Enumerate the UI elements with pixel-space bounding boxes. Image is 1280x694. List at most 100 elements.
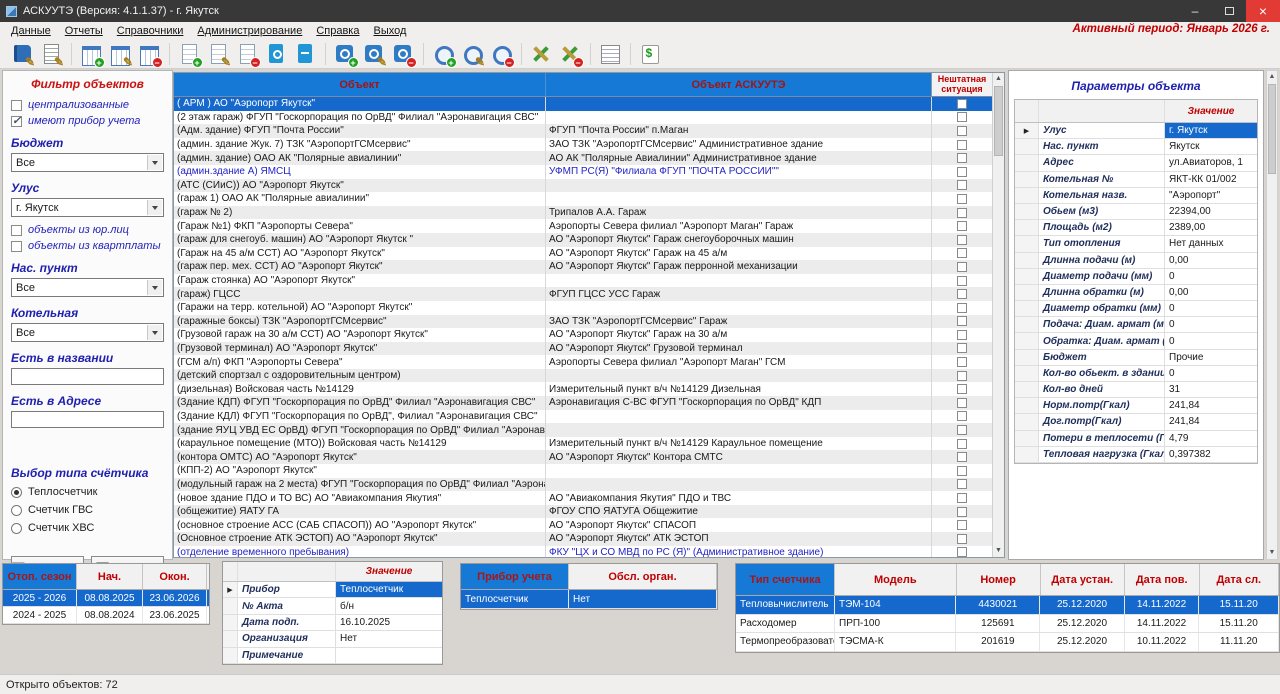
emergency-checkbox[interactable] bbox=[957, 493, 967, 503]
table-row[interactable]: (основное строение АСС (САБ СПАСОП)) АО … bbox=[174, 518, 1004, 532]
scroll-up-icon[interactable]: ▲ bbox=[1267, 71, 1277, 83]
chevron-down-icon[interactable] bbox=[147, 200, 162, 215]
emergency-checkbox[interactable] bbox=[957, 221, 967, 231]
param-row[interactable]: Подача: Диам. армат (мм)0 bbox=[1015, 317, 1257, 333]
scrollbar-thumb[interactable] bbox=[994, 86, 1003, 156]
column-header[interactable]: Дата сл. bbox=[1200, 564, 1279, 595]
column-header[interactable]: Прибор учета bbox=[461, 564, 569, 589]
object-add-button[interactable]: + bbox=[175, 40, 202, 67]
scroll-down-icon[interactable]: ▼ bbox=[993, 545, 1004, 557]
table-row[interactable]: (Основное строение АТК ЭСТОП) АО "Аэропо… bbox=[174, 532, 1004, 546]
table-row[interactable]: (ГСМ а/п) ФКП "Аэропорты Севера"Аэропорт… bbox=[174, 355, 1004, 369]
param-row[interactable]: Котельная №ЯКТ-КК 01/002 bbox=[1015, 172, 1257, 188]
season-edit-button[interactable]: ✎ bbox=[106, 40, 133, 67]
column-header[interactable]: Окон. bbox=[143, 564, 207, 589]
emergency-checkbox[interactable] bbox=[957, 262, 967, 272]
param-row[interactable]: ОрганизацияНет bbox=[223, 631, 442, 647]
object-edit-button[interactable]: ✎ bbox=[204, 40, 231, 67]
budget-select[interactable]: Все bbox=[11, 153, 164, 172]
table-row[interactable]: (гаражные боксы) ТЗК "АэропортГСМсервис"… bbox=[174, 315, 1004, 329]
season-delete-button[interactable]: − bbox=[135, 40, 162, 67]
table-row[interactable]: (админ.здание А) ЯМСЦУФМП РС(Я) "Филиала… bbox=[174, 165, 1004, 179]
emergency-checkbox[interactable] bbox=[957, 303, 967, 313]
table-row[interactable]: ( АРМ ) АО "Аэропорт Якутск" bbox=[174, 97, 1004, 111]
table-row[interactable]: (Грузовой терминал) АО "Аэропорт Якутск"… bbox=[174, 342, 1004, 356]
emergency-checkbox[interactable] bbox=[957, 343, 967, 353]
emergency-checkbox[interactable] bbox=[957, 452, 967, 462]
emergency-checkbox[interactable] bbox=[957, 99, 967, 109]
emergency-checkbox[interactable] bbox=[957, 289, 967, 299]
table-row[interactable]: (дизельная) Войсковая часть №14129Измери… bbox=[174, 382, 1004, 396]
table-row[interactable]: (гараж № 2)Трипалов А.А. Гараж bbox=[174, 206, 1004, 220]
table-row[interactable]: (детский спортзал с оздоровительным цент… bbox=[174, 369, 1004, 383]
table-row[interactable]: (КПП-2) АО "Аэропорт Якутск" bbox=[174, 464, 1004, 478]
column-header[interactable]: Номер bbox=[957, 564, 1041, 595]
param-row[interactable]: Нас. пунктЯкутск bbox=[1015, 139, 1257, 155]
emergency-checkbox[interactable] bbox=[957, 547, 967, 557]
emergency-checkbox[interactable] bbox=[957, 126, 967, 136]
param-row[interactable]: Норм.потр(Гкал)241,84 bbox=[1015, 398, 1257, 414]
hot-water-meter-radio[interactable]: Счетчик ГВС bbox=[11, 504, 164, 516]
param-row[interactable]: № Актаб/н bbox=[223, 598, 442, 614]
counter-edit-button[interactable]: ✎ bbox=[458, 40, 485, 67]
name-search-input[interactable] bbox=[11, 368, 164, 385]
emergency-checkbox[interactable] bbox=[957, 208, 967, 218]
emergency-checkbox[interactable] bbox=[957, 466, 967, 476]
table-row[interactable]: (гараж пер. мех. ССТ) АО "Аэропорт Якутс… bbox=[174, 260, 1004, 274]
table-row[interactable]: (Гаражи на терр. котельной) АО "Аэропорт… bbox=[174, 301, 1004, 315]
scroll-up-icon[interactable]: ▲ bbox=[993, 73, 1004, 85]
column-header-emergency[interactable]: Нештатная ситуация bbox=[932, 73, 992, 96]
column-header[interactable]: Обсл. орган. bbox=[569, 564, 717, 589]
table-row[interactable]: ТермопреобразовательТЭСМА-К20161925.12.2… bbox=[736, 633, 1279, 652]
param-row[interactable]: Кол-во дней31 bbox=[1015, 382, 1257, 398]
meter-add-button[interactable]: + bbox=[331, 40, 358, 67]
table-row[interactable]: (админ. здание) ОАО АК "Полярные авиалин… bbox=[174, 151, 1004, 165]
emergency-checkbox[interactable] bbox=[957, 235, 967, 245]
emergency-checkbox[interactable] bbox=[957, 398, 967, 408]
tools-button[interactable] bbox=[527, 40, 554, 67]
table-row[interactable]: (здание ЯУЦ УВД ЕС ОрВД) ФГУП "Госкорпор… bbox=[174, 423, 1004, 437]
param-row[interactable]: Длинна подачи (м)0,00 bbox=[1015, 253, 1257, 269]
emergency-checkbox[interactable] bbox=[957, 248, 967, 258]
ulus-select[interactable]: г. Якутск bbox=[11, 198, 164, 217]
param-row[interactable]: Обьем (м3)22394,00 bbox=[1015, 204, 1257, 220]
table-row[interactable]: (новое здание ПДО и ТО ВС) АО "Авиакомпа… bbox=[174, 491, 1004, 505]
emergency-checkbox[interactable] bbox=[957, 316, 967, 326]
param-row[interactable]: Дата подп.16.10.2025 bbox=[223, 615, 442, 631]
table-row[interactable]: РасходомерПРП-10012569125.12.202014.11.2… bbox=[736, 615, 1279, 634]
menu-item-vyhod[interactable]: Выход bbox=[366, 24, 413, 38]
column-header[interactable]: Дата устан. bbox=[1041, 564, 1125, 595]
table-row[interactable]: (Здание КДЛ) ФГУП "Госкорпорация по ОрВД… bbox=[174, 410, 1004, 424]
param-row[interactable]: Длинна обратки (м)0,00 bbox=[1015, 285, 1257, 301]
table-row[interactable]: (Адм. здание) ФГУП "Почта России"ФГУП "П… bbox=[174, 124, 1004, 138]
column-header[interactable]: Отоп. сезон bbox=[3, 564, 77, 589]
column-header-object[interactable]: Объект bbox=[174, 73, 546, 96]
column-header[interactable]: Нач. bbox=[77, 564, 143, 589]
tools-delete-button[interactable]: − bbox=[556, 40, 583, 67]
menu-item-dannye[interactable]: Данные bbox=[4, 24, 58, 38]
rent-objects-checkbox[interactable]: объекты из квартплаты bbox=[11, 240, 164, 252]
menu-item-administrirovanie[interactable]: Администрирование bbox=[190, 24, 309, 38]
table-row[interactable]: (Грузовой гараж на 30 а/м ССТ) АО "Аэроп… bbox=[174, 328, 1004, 342]
emergency-checkbox[interactable] bbox=[957, 276, 967, 286]
table-row[interactable]: (Здание КДП) ФГУП "Госкорпорация по ОрВД… bbox=[174, 396, 1004, 410]
chevron-down-icon[interactable] bbox=[147, 155, 162, 170]
emergency-checkbox[interactable] bbox=[957, 439, 967, 449]
emergency-checkbox[interactable] bbox=[957, 507, 967, 517]
menu-item-spravochniki[interactable]: Справочники bbox=[110, 24, 191, 38]
emergency-checkbox[interactable] bbox=[957, 371, 967, 381]
param-row[interactable]: Адресул.Авиаторов, 1 bbox=[1015, 155, 1257, 171]
table-row[interactable]: (Гараж стоянка) АО "Аэропорт Якутск" bbox=[174, 274, 1004, 288]
boiler-select[interactable]: Все bbox=[11, 323, 164, 342]
object-delete-button[interactable]: − bbox=[233, 40, 260, 67]
param-row[interactable]: Площадь (м2)2389,00 bbox=[1015, 220, 1257, 236]
param-row[interactable]: Тип отопленияНет данных bbox=[1015, 236, 1257, 252]
money-button[interactable] bbox=[636, 40, 663, 67]
table-row[interactable]: (Гараж на 45 а/м ССТ) АО "Аэропорт Якутс… bbox=[174, 247, 1004, 261]
legal-entities-checkbox[interactable]: объекты из юр.лиц bbox=[11, 224, 164, 236]
menu-item-spravka[interactable]: Справка bbox=[309, 24, 366, 38]
counter-delete-button[interactable]: − bbox=[487, 40, 514, 67]
table-row[interactable]: (караульное помещение (МТО)) Войсковая ч… bbox=[174, 437, 1004, 451]
table-row[interactable]: (Гараж №1) ФКП "Аэропорты Севера"Аэропор… bbox=[174, 219, 1004, 233]
meter-delete-button[interactable]: − bbox=[389, 40, 416, 67]
